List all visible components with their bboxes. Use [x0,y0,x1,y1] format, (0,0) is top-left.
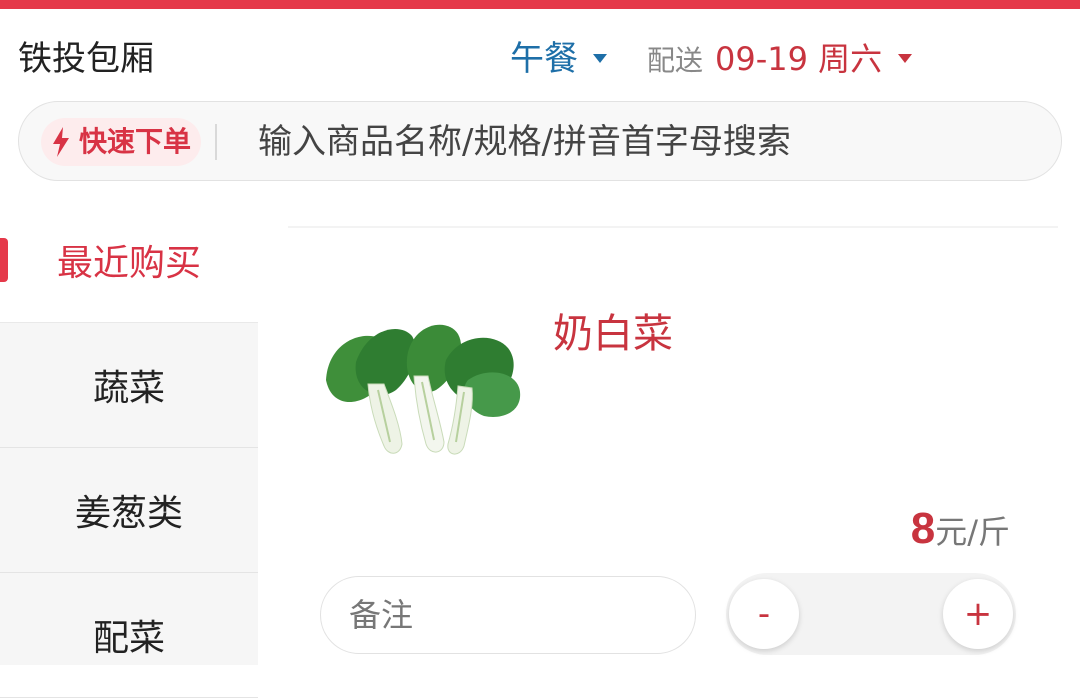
search-divider [215,124,217,160]
increase-button[interactable]: + [943,579,1013,649]
quick-order-button[interactable]: 快速下单 [41,118,201,166]
search-input[interactable] [256,116,1020,168]
caret-down-icon[interactable] [593,54,607,63]
sidebar-item-recent[interactable]: 最近购买 [0,198,258,323]
product-price: 8元/斤 [911,503,1010,564]
sidebar-item-ginger-scallion[interactable]: 姜葱类 [0,448,258,573]
decrease-button[interactable]: - [729,579,799,649]
product-name[interactable]: 奶白菜 [553,310,673,358]
card-divider [288,226,1058,228]
sidebar-item-label: 蔬菜 [92,368,165,409]
sidebar-item-label: 配菜 [92,618,165,659]
quantity-stepper: - + [726,573,1016,655]
search-bar: 快速下单 [18,101,1062,181]
category-sidebar: 最近购买 蔬菜 姜葱类 配菜 [0,198,258,698]
quick-order-label: 快速下单 [79,125,192,158]
delivery-date-selector[interactable]: 09-19 周六 [715,39,882,79]
product-image[interactable] [318,310,522,485]
sidebar-item-vegetables[interactable]: 蔬菜 [0,323,258,448]
lightning-icon [53,127,69,157]
sidebar-item-label: 姜葱类 [74,493,183,534]
price-unit: 元/斤 [935,513,1010,551]
header: 铁投包厢 午餐 配送 09-19 周六 [0,9,1080,89]
top-accent-bar [0,0,1080,9]
sidebar-item-label: 最近购买 [56,243,201,284]
caret-down-icon[interactable] [898,54,912,63]
active-indicator [0,238,8,282]
product-list: 奶白菜 8元/斤 - + [258,198,1080,665]
delivery-label: 配送 [647,44,704,77]
sidebar-item-side-dishes[interactable]: 配菜 [0,573,258,698]
meal-selector[interactable]: 午餐 [510,39,578,79]
store-name: 铁投包厢 [18,39,154,79]
price-value: 8 [910,504,936,553]
note-input[interactable] [320,576,696,654]
